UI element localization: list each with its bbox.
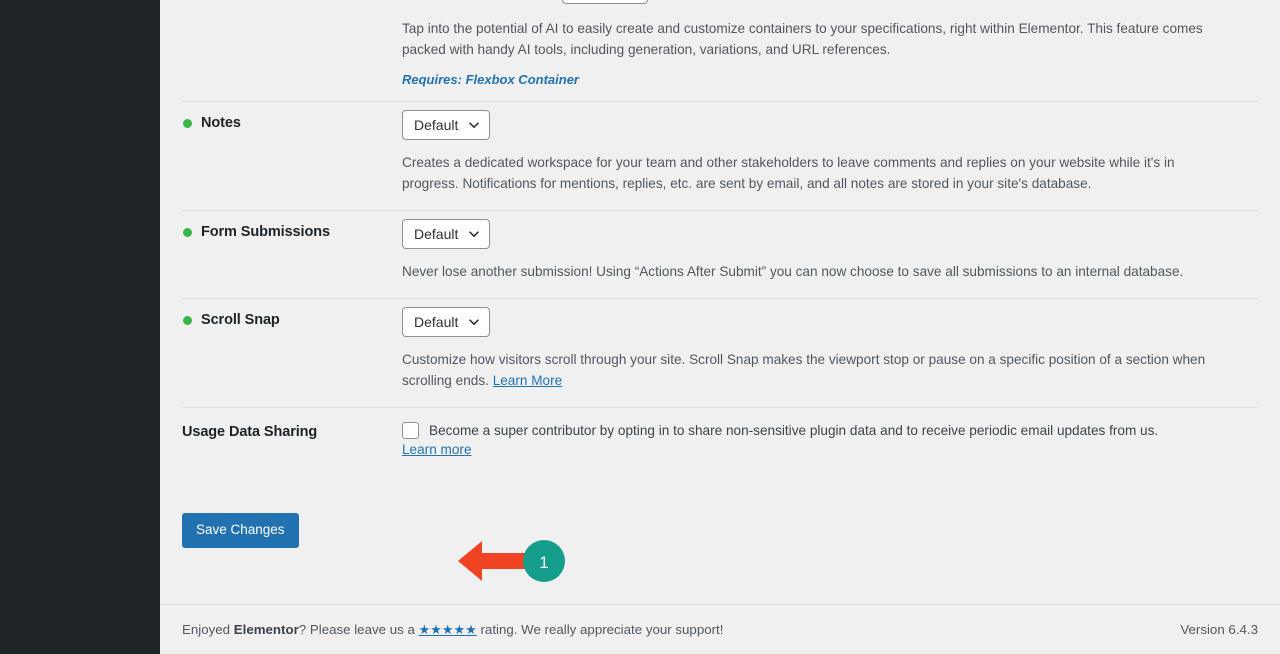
status-dot-icon [183, 119, 192, 128]
footer-brand: Elementor [234, 622, 299, 637]
feature-row-notes: Notes Default Creates a dedicated worksp… [160, 102, 1280, 210]
feature-label-notes: Notes [201, 115, 241, 131]
step-badge-number: 1 [539, 553, 548, 572]
select-scroll-snap[interactable]: Default [402, 307, 490, 337]
feature-main-col-notes: Default Creates a dedicated workspace fo… [402, 102, 1258, 210]
usage-data-sharing-text: Become a super contributor by opting in … [429, 421, 1158, 441]
status-dot-icon [183, 228, 192, 237]
feature-main-col-scroll-snap: Default Customize how visitors scroll th… [402, 299, 1258, 407]
footer-text-before-brand: Enjoyed [182, 622, 234, 637]
chevron-down-icon [468, 228, 480, 240]
select-value-notes: Default [414, 117, 458, 133]
feature-label-col-notes: Notes [182, 102, 402, 131]
select-form-submissions[interactable]: Default [402, 219, 490, 249]
feature-label-col-scroll-snap: Scroll Snap [182, 299, 402, 328]
feature-row-form-submissions: Form Submissions Default Never lose anot… [160, 211, 1280, 298]
submit-area: Save Changes [160, 477, 1280, 548]
feature-label-col-form-submissions: Form Submissions [182, 211, 402, 240]
select-notes[interactable]: Default [402, 110, 490, 140]
feature-label-col [182, 4, 402, 17]
footer-text-after-brand: ? Please leave us a [299, 622, 419, 637]
select-value-scroll-snap: Default [414, 314, 458, 330]
feature-description: Tap into the potential of AI to easily c… [402, 18, 1217, 60]
select-value-form-submissions: Default [414, 226, 458, 242]
usage-data-sharing-checkbox[interactable] [402, 422, 419, 439]
footer-version: Version 6.4.3 [1180, 622, 1258, 637]
admin-sidebar[interactable] [0, 0, 160, 654]
feature-description-form-submissions: Never lose another submission! Using “Ac… [402, 261, 1217, 282]
save-changes-button[interactable]: Save Changes [182, 513, 299, 548]
usage-learn-more-link[interactable]: Learn more [402, 442, 472, 457]
status-dot-icon [183, 316, 192, 325]
footer-stars-link[interactable]: ★★★★★ [419, 622, 477, 637]
chevron-down-icon [468, 119, 480, 131]
settings-panel: Tap into the potential of AI to easily c… [160, 0, 1280, 548]
feature-row-scroll-snap: Scroll Snap Default Customize how visito… [160, 299, 1280, 407]
feature-label-scroll-snap: Scroll Snap [201, 312, 280, 328]
chevron-down-icon [468, 316, 480, 328]
usage-main-col: Become a super contributor by opting in … [402, 408, 1258, 477]
feature-main-col: Tap into the potential of AI to easily c… [402, 4, 1258, 101]
learn-more-link-scroll-snap[interactable]: Learn More [493, 373, 563, 388]
footer-text-after-stars: rating. We really appreciate your suppor… [477, 622, 724, 637]
usage-data-sharing-label: Usage Data Sharing [182, 424, 317, 440]
feature-description-scroll-snap: Customize how visitors scroll through yo… [402, 349, 1217, 391]
feature-main-col-form-submissions: Default Never lose another submission! U… [402, 211, 1258, 298]
feature-label-form-submissions: Form Submissions [201, 224, 330, 240]
feature-row-ai-containers: Tap into the potential of AI to easily c… [160, 4, 1280, 101]
admin-footer: Enjoyed Elementor? Please leave us a ★★★… [160, 605, 1280, 654]
usage-checkbox-line: Become a super contributor by opting in … [402, 421, 1258, 441]
admin-page: Tap into the potential of AI to easily c… [0, 0, 1280, 654]
usage-label-col: Usage Data Sharing [182, 408, 402, 441]
footer-rating-text: Enjoyed Elementor? Please leave us a ★★★… [182, 622, 723, 638]
settings-content: Tap into the potential of AI to easily c… [160, 0, 1280, 654]
feature-description-notes: Creates a dedicated workspace for your t… [402, 152, 1217, 194]
requires-note: Requires: Flexbox Container [402, 72, 1258, 87]
usage-data-sharing-row: Usage Data Sharing Become a super contri… [160, 408, 1280, 477]
